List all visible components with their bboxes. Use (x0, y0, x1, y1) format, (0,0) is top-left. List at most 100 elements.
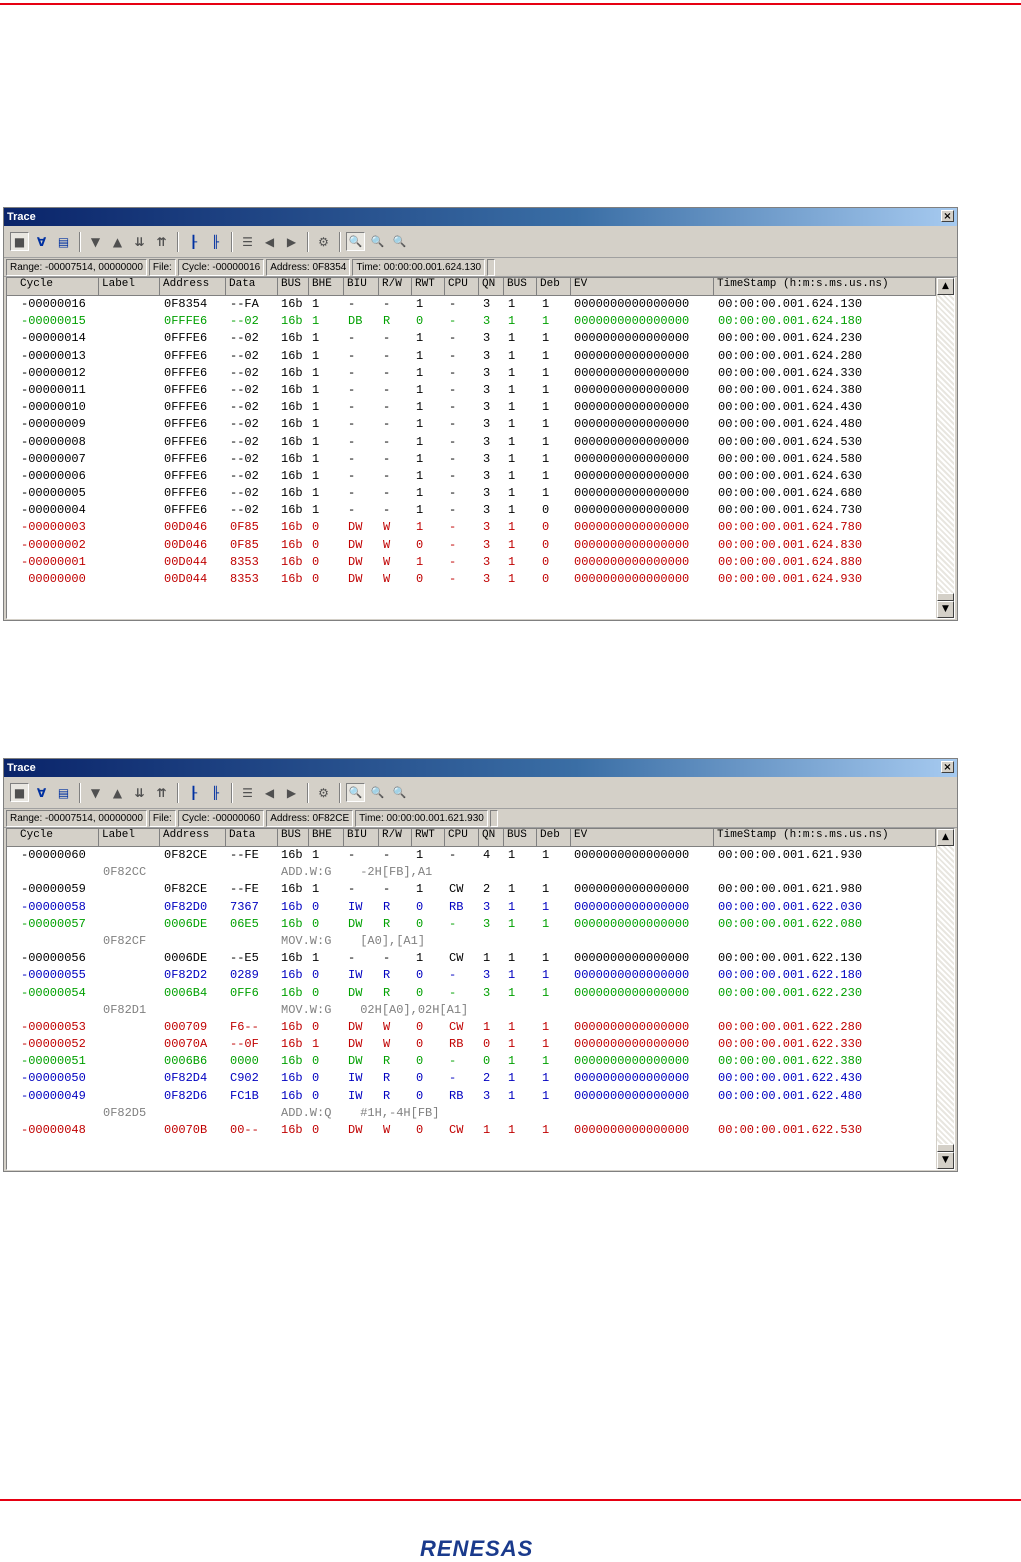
step-down-button[interactable]: ▼ (86, 783, 105, 802)
column-header-address[interactable]: Address (160, 829, 226, 846)
table-row[interactable]: -00000007 0FFFE6 --02 16b 1 - - 1 - 3 1 1 0000000000… (7, 451, 954, 468)
scroll-thumb[interactable] (937, 593, 954, 601)
column-header-cpu[interactable]: CPU (445, 278, 479, 295)
table-row[interactable]: -00000011 0FFFE6 --02 16b 1 - - 1 - 3 1 1 0000000000… (7, 382, 954, 399)
close-button[interactable]: × (941, 761, 954, 773)
column-header-bus[interactable]: BUS (278, 278, 309, 295)
column-header-bus2[interactable]: BUS (504, 829, 537, 846)
table-row[interactable]: -00000049 0F82D6 FC1B 16b 0 IW R 0 RB 3 1 1 00000000… (7, 1088, 954, 1105)
column-header-bhe[interactable]: BHE (309, 829, 344, 846)
column-header-data[interactable]: Data (226, 278, 278, 295)
column-header-rwt[interactable]: RWT (412, 829, 445, 846)
properties-button[interactable]: ⚙ (314, 232, 333, 251)
column-header-biu[interactable]: BIU (344, 278, 379, 295)
table-row[interactable]: 00000000 00D044 8353 16b 0 DW W 0-3 1 0 0000000000… (7, 571, 954, 588)
search-prev-button[interactable]: 🔍 (390, 783, 409, 802)
table-row[interactable]: -00000001 00D044 8353 16b 0 DW W 1-3 1 0 000000000… (7, 554, 954, 571)
jump-bottom-button[interactable]: ⇊ (130, 783, 149, 802)
table-row[interactable]: -00000016 0F8354 --FA 16b 1 - - 1 - 3 1 1 0000000000… (7, 296, 954, 313)
column-header-timestamp[interactable]: TimeStamp (h:m:s.ms.us.ns) (714, 278, 936, 295)
prev-button[interactable]: ◀ (260, 783, 279, 802)
table-row[interactable]: -00000004 0FFFE6 --02 16b 1- -1-3 1 0 0000000000… (7, 502, 954, 519)
scroll-up-button[interactable]: ▲ (937, 278, 954, 295)
search-prev-button[interactable]: 🔍 (390, 232, 409, 251)
filter-button[interactable]: ∀ (32, 783, 51, 802)
table-row[interactable]: -00000059 0F82CE --FE 16b 1 - - 1 CW 2 1 1 000000000… (7, 881, 954, 898)
filter-button[interactable]: ∀ (32, 232, 51, 251)
column-header-qn[interactable]: QN (479, 278, 504, 295)
search-next-button[interactable]: 🔍 (368, 232, 387, 251)
close-button[interactable]: × (941, 210, 954, 222)
table-row[interactable]: -00000053 000709 F6-- 16b 0 DW W 0 CW 1 1 1 00000000… (7, 1019, 954, 1036)
search-next-button[interactable]: 🔍 (368, 783, 387, 802)
table-row[interactable]: -00000058 0F82D0 7367 16b 0 IW R 0 RB 3 1 1 00000000… (7, 899, 954, 916)
tree-alt-button[interactable]: ╟ (206, 232, 225, 251)
table-row[interactable]: -00000051 0006B6 0000 16b 0 DW R 0 - 0 1 1 000000000… (7, 1053, 954, 1070)
table-row[interactable]: -00000057 0006DE 06E5 16b 0 DW R 0 - 3 1 1 000000000… (7, 916, 954, 933)
vertical-scrollbar[interactable]: ▲ ▼ (936, 278, 954, 618)
record-button[interactable]: ■ (10, 783, 29, 802)
column-header-bhe[interactable]: BHE (309, 278, 344, 295)
jump-top-button[interactable]: ⇈ (152, 783, 171, 802)
tree-button[interactable]: ┠ (184, 232, 203, 251)
column-header-deb[interactable]: Deb (537, 829, 571, 846)
column-header-cpu[interactable]: CPU (445, 829, 479, 846)
table-row[interactable]: -00000009 0FFFE6 --02 16b 1 - - 1 - 3 1 1 0000000000… (7, 416, 954, 433)
column-header-label[interactable]: Label (99, 278, 160, 295)
document-button[interactable]: ▤ (54, 232, 73, 251)
prev-button[interactable]: ◀ (260, 232, 279, 251)
table-row[interactable]: -00000010 0FFFE6 --02 16b 1 - - 1 - 3 1 1 0000000000… (7, 399, 954, 416)
search-button[interactable]: 🔍 (346, 783, 365, 802)
jump-bottom-button[interactable]: ⇊ (130, 232, 149, 251)
table-row[interactable]: -00000006 0FFFE6 --02 16b 1 - - 1 - 3 1 1 0000000000… (7, 468, 954, 485)
table-row[interactable]: -00000056 0006DE --E5 16b 1 - - 1 CW 1 1 1 000000000… (7, 950, 954, 967)
table-row[interactable]: -00000003 00D046 0F85 16b 0 DW W 1-3 1 0 000000000… (7, 519, 954, 536)
table-row[interactable]: -00000013 0FFFE6 --02 16b 1 - - 1 - 3 1 1 0000000000… (7, 348, 954, 365)
column-header-data[interactable]: Data (226, 829, 278, 846)
search-button[interactable]: 🔍 (346, 232, 365, 251)
list-button[interactable]: ☰ (238, 783, 257, 802)
column-header-ev[interactable]: EV (571, 278, 714, 295)
table-row[interactable]: -00000048 00070B 00-- 16b 0 DW W 0 CW 1 1 1 00000000… (7, 1122, 954, 1139)
table-row[interactable]: -00000005 0FFFE6 --02 16b 1 - - 1 - 3 1 1 0000000000… (7, 485, 954, 502)
column-header-timestamp[interactable]: TimeStamp (h:m:s.ms.us.ns) (714, 829, 936, 846)
jump-top-button[interactable]: ⇈ (152, 232, 171, 251)
scroll-down-button[interactable]: ▼ (937, 601, 954, 618)
disassembly-row[interactable]: 0F82CF MOV.W:G [A0],[A1] (7, 933, 954, 950)
disassembly-row[interactable]: 0F82D1 MOV.W:G 02H[A0],02H[A1] (7, 1002, 954, 1019)
table-row[interactable]: -00000055 0F82D2 0289 16b 0 IW R 0 - 3 1 1 000000000… (7, 967, 954, 984)
scroll-up-button[interactable]: ▲ (937, 829, 954, 846)
step-up-button[interactable]: ▲ (108, 232, 127, 251)
column-header-address[interactable]: Address (160, 278, 226, 295)
column-header-bus[interactable]: BUS (278, 829, 309, 846)
step-down-button[interactable]: ▼ (86, 232, 105, 251)
column-header-rwt[interactable]: RWT (412, 278, 445, 295)
column-header-rw[interactable]: R/W (379, 829, 412, 846)
next-button[interactable]: ▶ (282, 232, 301, 251)
table-row[interactable]: -00000052 00070A --0F 16b 1 DW W 0 RB 0 1 1 00000000… (7, 1036, 954, 1053)
column-header-rw[interactable]: R/W (379, 278, 412, 295)
vertical-scrollbar[interactable]: ▲ ▼ (936, 829, 954, 1169)
column-header-label[interactable]: Label (99, 829, 160, 846)
step-up-button[interactable]: ▲ (108, 783, 127, 802)
tree-button[interactable]: ┠ (184, 783, 203, 802)
table-row[interactable]: -00000008 0FFFE6 --02 16b 1 - - 1 - 3 1 1 0000000000… (7, 434, 954, 451)
properties-button[interactable]: ⚙ (314, 783, 333, 802)
table-row[interactable]: -00000015 0FFFE6 --02 16b 1 DB R 0 - 3 1 1 000000000… (7, 313, 954, 330)
table-row[interactable]: -00000014 0FFFE6 --02 16b 1 - - 1 - 3 1 1 0000000000… (7, 330, 954, 347)
next-button[interactable]: ▶ (282, 783, 301, 802)
tree-alt-button[interactable]: ╟ (206, 783, 225, 802)
disassembly-row[interactable]: 0F82CC ADD.W:G -2H[FB],A1 (7, 864, 954, 881)
column-header-cycle[interactable]: Cycle (17, 829, 99, 846)
table-row[interactable]: -00000002 00D046 0F85 16b 0 DW W 0-3 1 0 000000000… (7, 537, 954, 554)
disassembly-row[interactable]: 0F82D5 ADD.W:Q #1H,-4H[FB] (7, 1105, 954, 1122)
table-row[interactable]: -00000012 0FFFE6 --02 16b 1 - - 1 - 3 1 1 0000000000… (7, 365, 954, 382)
column-header-ev[interactable]: EV (571, 829, 714, 846)
column-header-bus2[interactable]: BUS (504, 278, 537, 295)
list-button[interactable]: ☰ (238, 232, 257, 251)
scroll-down-button[interactable]: ▼ (937, 1152, 954, 1169)
record-button[interactable]: ■ (10, 232, 29, 251)
column-header-biu[interactable]: BIU (344, 829, 379, 846)
table-row[interactable]: -00000050 0F82D4 C902 16b 0 IW R 0 - 2 1 1 000000000… (7, 1070, 954, 1087)
column-header-qn[interactable]: QN (479, 829, 504, 846)
